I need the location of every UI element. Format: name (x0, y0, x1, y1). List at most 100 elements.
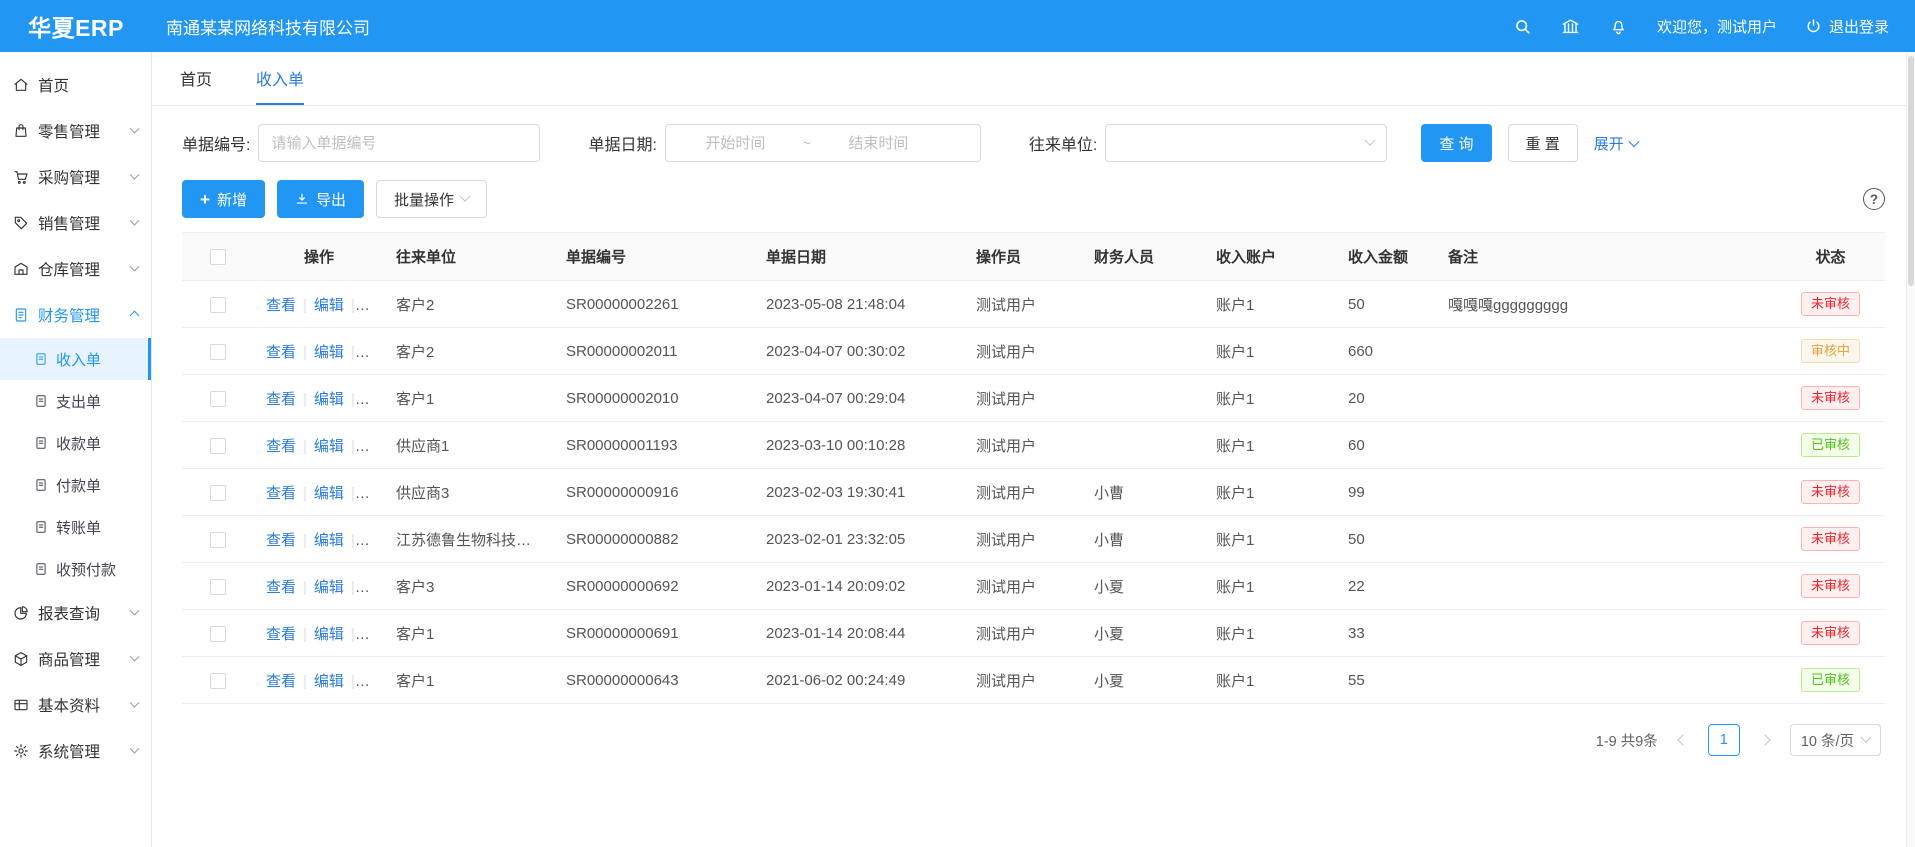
sidebar-item-sales[interactable]: 销售管理 (0, 200, 151, 246)
row-checkbox-cell (182, 516, 254, 563)
window-scrollbar[interactable] (1906, 52, 1915, 847)
action-edit[interactable]: 编辑 (314, 297, 344, 314)
row-checkbox[interactable] (210, 297, 226, 313)
action-edit[interactable]: 编辑 (314, 626, 344, 643)
sidebar-item-retail[interactable]: 零售管理 (0, 108, 151, 154)
logout-button[interactable]: 退出登录 (1805, 16, 1889, 37)
finance-user-cell: 小夏 (1082, 610, 1204, 657)
account-cell: 账户1 (1204, 328, 1336, 375)
action-view[interactable]: 查看 (266, 344, 296, 361)
row-checkbox-cell (182, 281, 254, 328)
page-size-select[interactable]: 10 条/页 (1790, 724, 1881, 756)
sidebar-menu: 首页零售管理采购管理销售管理仓库管理财务管理收入单支出单收款单付款单转账单收预付… (0, 62, 151, 774)
sidebar-subitem[interactable]: 付款单 (0, 464, 151, 506)
search-icon[interactable] (1513, 16, 1533, 36)
finance-icon (13, 307, 29, 323)
row-checkbox-cell (182, 469, 254, 516)
action-view[interactable]: 查看 (266, 485, 296, 502)
select-all-checkbox[interactable] (210, 249, 226, 265)
table-body: 查看|编辑|删除客户2SR000000022612023-05-08 21:48… (182, 281, 1885, 704)
add-button[interactable]: + 新增 (182, 180, 265, 218)
row-checkbox[interactable] (210, 626, 226, 642)
row-status-cell: 审核中 (1776, 328, 1885, 375)
row-checkbox[interactable] (210, 344, 226, 360)
bill-number-input[interactable] (258, 124, 540, 162)
sidebar-item-basedata[interactable]: 基本资料 (0, 682, 151, 728)
sidebar-subitem[interactable]: 收入单 (0, 338, 151, 380)
row-checkbox[interactable] (210, 391, 226, 407)
sidebar-item-label: 零售管理 (38, 120, 100, 142)
row-checkbox[interactable] (210, 673, 226, 689)
sidebar-subitem[interactable]: 收预付款 (0, 548, 151, 590)
table-row: 查看|编辑|删除江苏德鲁生物科技有限...SR000000008822023-0… (182, 516, 1885, 563)
row-checkbox[interactable] (210, 532, 226, 548)
sidebar-subitem[interactable]: 转账单 (0, 506, 151, 548)
sidebar-item-purchase[interactable]: 采购管理 (0, 154, 151, 200)
action-view[interactable]: 查看 (266, 673, 296, 690)
action-view[interactable]: 查看 (266, 532, 296, 549)
action-separator: | (351, 344, 355, 361)
tab-home[interactable]: 首页 (180, 52, 212, 105)
account-cell: 账户1 (1204, 281, 1336, 328)
action-edit[interactable]: 编辑 (314, 532, 344, 549)
sidebar-item-label: 系统管理 (38, 740, 100, 762)
partner-cell: 客户2 (384, 328, 554, 375)
sidebar-item-home[interactable]: 首页 (0, 62, 151, 108)
operator-cell: 测试用户 (964, 610, 1082, 657)
bank-icon[interactable] (1561, 16, 1581, 36)
scrollbar-thumb[interactable] (1908, 56, 1914, 286)
row-checkbox[interactable] (210, 485, 226, 501)
next-page-icon[interactable] (1752, 725, 1778, 755)
chevron-down-icon (459, 191, 470, 202)
action-view[interactable]: 查看 (266, 626, 296, 643)
row-checkbox-cell (182, 563, 254, 610)
date-end-input[interactable] (815, 135, 942, 152)
action-edit[interactable]: 编辑 (314, 673, 344, 690)
partner-cell: 江苏德鲁生物科技有限... (384, 516, 554, 563)
search-button[interactable]: 查 询 (1421, 124, 1491, 162)
sidebar-item-finance[interactable]: 财务管理 (0, 292, 151, 338)
action-edit[interactable]: 编辑 (314, 438, 344, 455)
action-edit[interactable]: 编辑 (314, 579, 344, 596)
sidebar-subitem[interactable]: 支出单 (0, 380, 151, 422)
action-edit[interactable]: 编辑 (314, 391, 344, 408)
bill-date-cell: 2023-04-07 00:29:04 (754, 375, 964, 422)
row-checkbox[interactable] (210, 438, 226, 454)
sidebar-subitem[interactable]: 收款单 (0, 422, 151, 464)
action-view[interactable]: 查看 (266, 391, 296, 408)
help-icon[interactable]: ? (1863, 188, 1885, 210)
expand-link[interactable]: 展开 (1594, 133, 1638, 154)
action-view[interactable]: 查看 (266, 297, 296, 314)
date-start-input[interactable] (672, 135, 799, 152)
row-checkbox-cell (182, 328, 254, 375)
remark-cell (1436, 516, 1776, 563)
sidebar-item-report[interactable]: 报表查询 (0, 590, 151, 636)
action-view[interactable]: 查看 (266, 438, 296, 455)
batch-actions-button[interactable]: 批量操作 (376, 180, 487, 218)
partner-select[interactable] (1105, 124, 1387, 162)
row-checkbox[interactable] (210, 579, 226, 595)
chevron-down-icon (130, 169, 140, 179)
page-number[interactable]: 1 (1708, 724, 1740, 756)
action-edit[interactable]: 编辑 (314, 344, 344, 361)
logout-label: 退出登录 (1829, 16, 1889, 37)
remark-cell (1436, 375, 1776, 422)
action-view[interactable]: 查看 (266, 579, 296, 596)
row-status-cell: 未审核 (1776, 281, 1885, 328)
prev-page-icon[interactable] (1670, 725, 1696, 755)
sidebar-item-warehouse[interactable]: 仓库管理 (0, 246, 151, 292)
reset-button[interactable]: 重 置 (1508, 124, 1578, 162)
sidebar-item-goods[interactable]: 商品管理 (0, 636, 151, 682)
sidebar-item-system[interactable]: 系统管理 (0, 728, 151, 774)
doc-icon (34, 520, 48, 534)
row-actions: 查看|编辑|删除 (254, 657, 384, 704)
action-separator: | (303, 532, 307, 549)
bell-icon[interactable] (1609, 16, 1629, 36)
date-range-picker[interactable]: ~ (665, 124, 981, 162)
status-badge: 已审核 (1801, 668, 1860, 693)
export-button[interactable]: 导出 (277, 180, 364, 218)
row-status-cell: 未审核 (1776, 563, 1885, 610)
action-edit[interactable]: 编辑 (314, 485, 344, 502)
table-row: 查看|编辑|删除客户2SR000000020112023-04-07 00:30… (182, 328, 1885, 375)
tab-income-list[interactable]: 收入单 (256, 52, 304, 105)
